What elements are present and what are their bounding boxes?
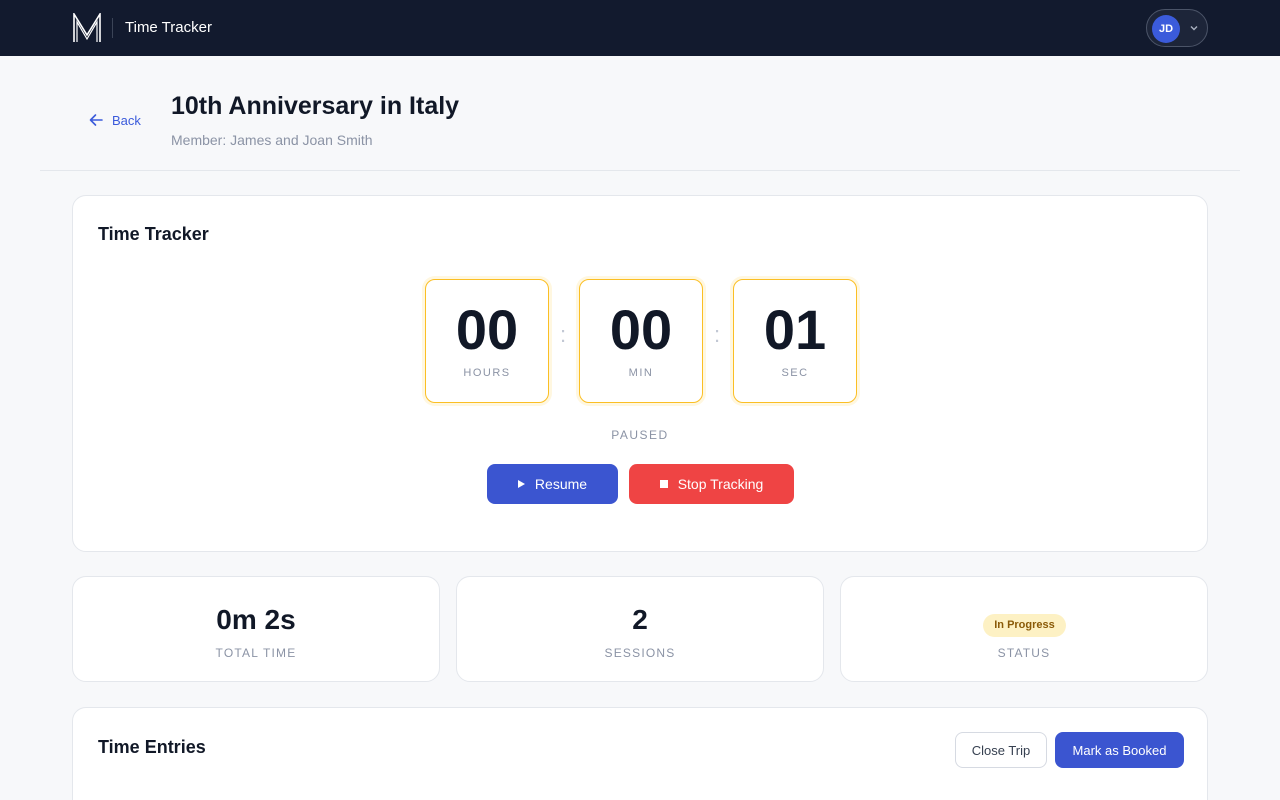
seconds-box: 01 SEC — [733, 279, 857, 403]
close-trip-button[interactable]: Close Trip — [955, 732, 1047, 768]
seconds-value: 01 — [763, 298, 827, 361]
mark-as-booked-button[interactable]: Mark as Booked — [1055, 732, 1184, 768]
minutes-value: 00 — [609, 298, 673, 361]
minutes-label: MIN — [628, 367, 654, 379]
sessions-label: SESSIONS — [604, 646, 676, 660]
back-link[interactable]: Back — [88, 110, 141, 130]
avatar: JD — [1152, 15, 1180, 43]
page-subtitle: Member: James and Joan Smith — [171, 132, 373, 148]
user-menu-button[interactable]: JD — [1146, 9, 1208, 47]
stop-tracking-button[interactable]: Stop Tracking — [629, 464, 794, 504]
card-title: Time Tracker — [98, 224, 209, 244]
time-tracker-card: Time Tracker 00 HOURS : 00 MIN : 01 SEC … — [72, 195, 1208, 552]
page-title: 10th Anniversary in Italy — [171, 92, 460, 120]
stop-label: Stop Tracking — [677, 476, 764, 492]
arrow-left-icon — [89, 114, 103, 126]
time-entries-card: Time Entries Close Trip Mark as Booked — [72, 707, 1208, 800]
time-separator: : — [714, 322, 721, 347]
total-time-label: TOTAL TIME — [215, 646, 297, 660]
status-badge: In Progress — [983, 614, 1066, 637]
total-time-value: 0m 2s — [216, 604, 296, 635]
resume-label: Resume — [534, 476, 588, 492]
app-title: Time Tracker — [125, 19, 212, 36]
header-divider — [40, 170, 1240, 171]
hours-label: HOURS — [463, 367, 511, 379]
total-time-card: 0m 2s TOTAL TIME — [72, 576, 440, 682]
sessions-value: 2 — [632, 604, 648, 635]
top-navbar: Time Tracker JD — [0, 0, 1280, 56]
status-card: In Progress STATUS — [840, 576, 1208, 682]
minutes-box: 00 MIN — [579, 279, 703, 403]
logo-m-icon[interactable] — [72, 13, 102, 43]
time-entries-title: Time Entries — [98, 737, 206, 757]
hours-box: 00 HOURS — [425, 279, 549, 403]
tracker-state: PAUSED — [611, 428, 669, 442]
resume-button[interactable]: Resume — [487, 464, 618, 504]
logo-divider — [112, 18, 113, 38]
time-separator: : — [560, 322, 567, 347]
back-label: Back — [112, 112, 141, 128]
seconds-label: SEC — [781, 367, 809, 379]
chevron-down-icon — [1190, 26, 1198, 31]
status-label: STATUS — [997, 646, 1051, 660]
sessions-card: 2 SESSIONS — [456, 576, 824, 682]
play-icon — [517, 480, 525, 488]
hours-value: 00 — [455, 298, 519, 361]
stop-icon — [659, 480, 668, 488]
